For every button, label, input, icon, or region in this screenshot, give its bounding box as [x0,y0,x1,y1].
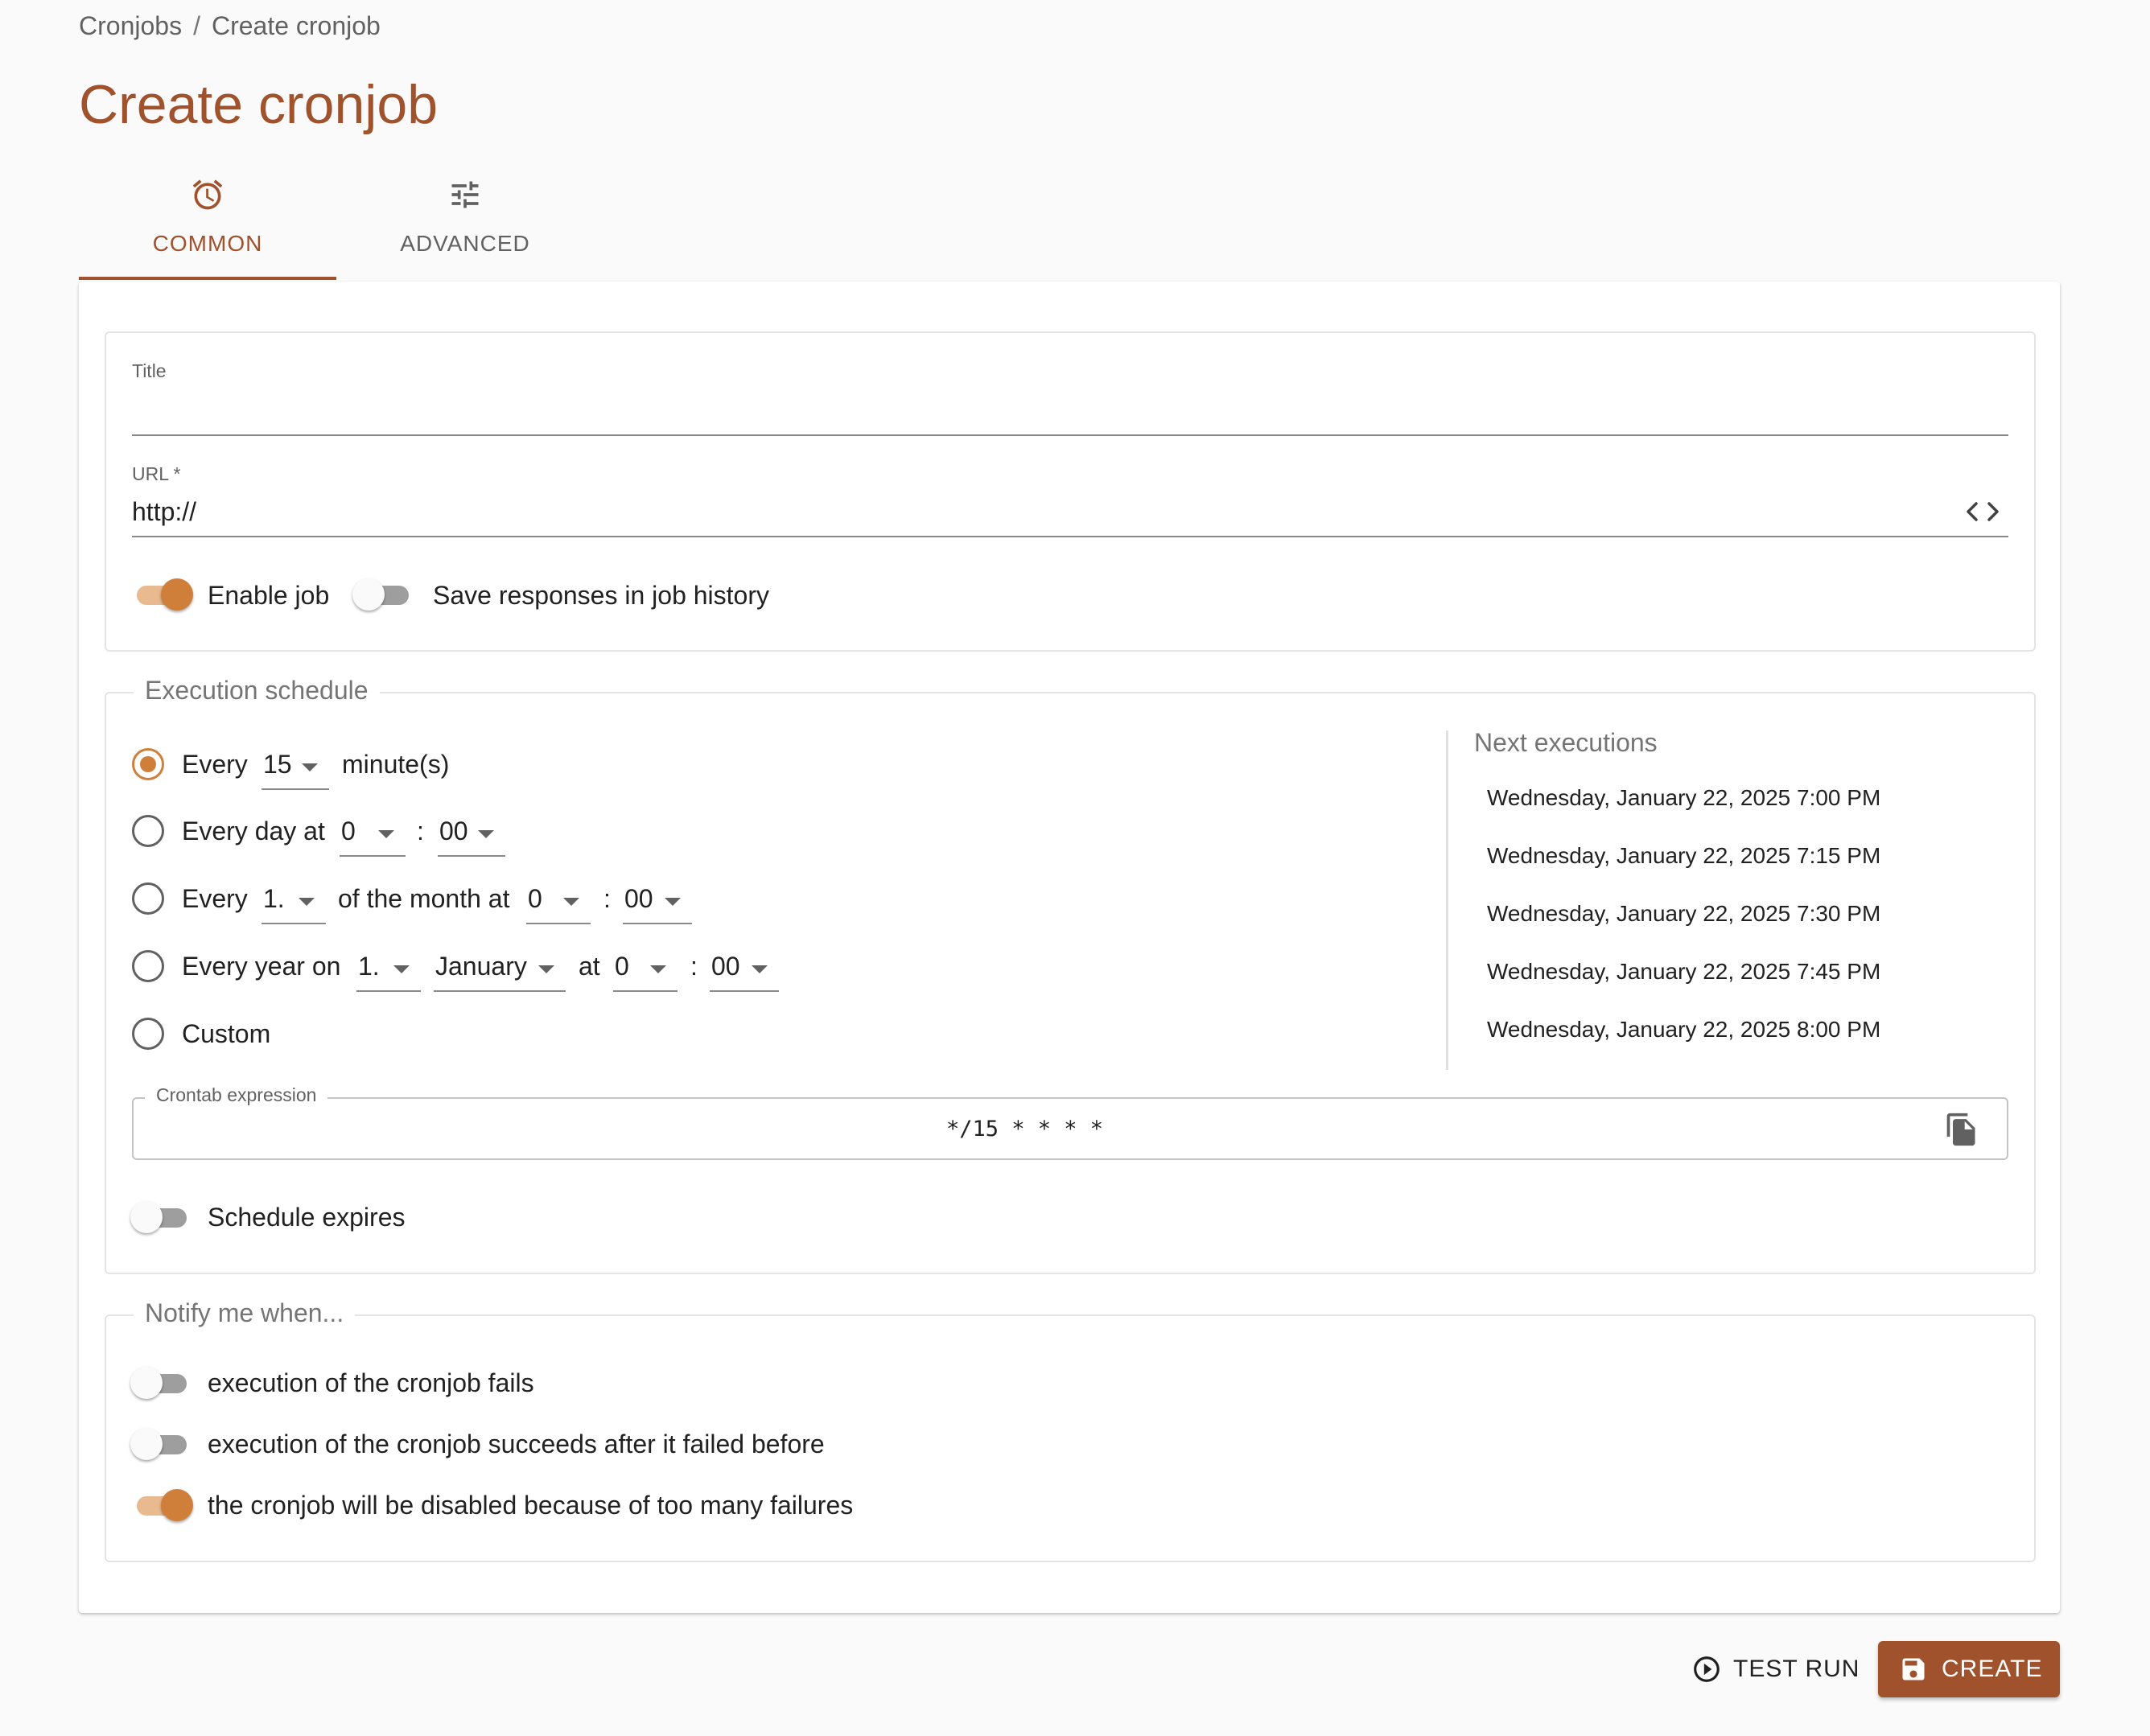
url-input[interactable]: http:// [132,487,1950,536]
tab-common-label: COMMON [152,231,263,256]
next-executions-title: Next executions [1474,728,1658,757]
every-month-minute-value: 00 [624,884,653,913]
notify-recovers-label: execution of the cronjob succeeds after … [208,1430,825,1458]
title-field-label: Title [132,360,167,381]
notify-disabled-label: the cronjob will be disabled because of … [208,1491,854,1520]
next-execution-item: Wednesday, January 22, 2025 7:00 PM [1487,785,1881,810]
url-input-value: http:// [132,497,197,526]
every-year-month-select[interactable]: January [434,952,566,992]
crontab-expression-value: */15 * * * * [946,1117,1104,1142]
radio-custom[interactable] [132,1018,164,1050]
every-day-hour-value: 0 [341,817,356,845]
title-input[interactable] [132,385,2008,434]
every-year-day-value: 1. [358,952,380,981]
enable-job-toggle[interactable] [130,576,193,613]
every-year-colon: : [690,952,698,981]
every-year-minute-select[interactable]: 00 [710,952,779,992]
every-month-colon: : [603,884,611,913]
every-year-minute-value: 00 [711,952,740,981]
radio-every-minutes[interactable] [132,748,164,780]
save-responses-label: Save responses in job history [433,581,769,610]
every-day-hour-select[interactable]: 0 [340,817,406,857]
every-month-hour-select[interactable]: 0 [526,884,591,924]
tab-advanced-label: ADVANCED [400,231,530,256]
every-year-hour-value: 0 [615,952,629,981]
next-execution-item: Wednesday, January 22, 2025 7:30 PM [1487,901,1881,926]
chevron-down-icon [302,763,318,771]
every-month-day-select[interactable]: 1. [262,884,326,924]
create-label: CREATE [1942,1656,2043,1682]
url-input-underline [132,536,2008,537]
chevron-down-icon [563,898,579,906]
minutes-interval-value: 15 [263,750,292,779]
crontab-expression-label: Crontab expression [145,1084,328,1106]
execution-schedule-legend: Execution schedule [134,676,380,706]
breadcrumb-link-cronjobs[interactable]: Cronjobs [79,11,182,40]
breadcrumb-current: Create cronjob [211,11,381,40]
chevron-down-icon [538,965,554,973]
every-month-minute-select[interactable]: 00 [623,884,692,924]
play-circle-icon [1691,1654,1722,1689]
save-responses-toggle[interactable] [352,576,415,613]
chevron-down-icon [665,898,681,906]
every-year-hour-select[interactable]: 0 [613,952,678,992]
radio-every-month[interactable] [132,882,164,915]
notify-fails-label: execution of the cronjob fails [208,1368,534,1397]
every-month-middle: of the month at [338,884,510,913]
enable-job-label: Enable job [208,581,330,610]
chevron-down-icon [299,898,315,906]
code-brackets-icon[interactable] [1965,497,2000,526]
page-title: Create cronjob [79,74,439,135]
chevron-down-icon [378,830,394,838]
every-day-prefix: Every day at [182,817,325,845]
every-month-prefix: Every [182,884,248,913]
every-day-minute-value: 00 [439,817,468,845]
tab-active-indicator [79,277,336,280]
notify-legend: Notify me when... [134,1298,356,1328]
tab-common[interactable]: COMMON [79,177,336,280]
notify-fails-toggle[interactable] [130,1364,193,1401]
schedule-expires-label: Schedule expires [208,1203,406,1232]
every-day-colon: : [417,817,424,845]
every-day-minute-select[interactable]: 00 [438,817,505,857]
next-execution-item: Wednesday, January 22, 2025 7:45 PM [1487,959,1881,984]
title-input-underline [132,434,2008,436]
every-year-day-select[interactable]: 1. [356,952,421,992]
test-run-label: TEST RUN [1733,1656,1860,1682]
every-year-month-value: January [435,952,527,981]
tune-sliders-icon [336,177,594,216]
schedule-expires-toggle[interactable] [130,1199,193,1236]
chevron-down-icon [478,830,494,838]
chevron-down-icon [650,965,666,973]
breadcrumb: Cronjobs / Create cronjob [79,11,381,41]
notify-recovers-toggle[interactable] [130,1425,193,1462]
next-execution-item: Wednesday, January 22, 2025 7:15 PM [1487,843,1881,868]
every-year-prefix: Every year on [182,952,341,981]
url-field-label: URL * [132,463,181,484]
every-month-hour-value: 0 [528,884,542,913]
breadcrumb-separator: / [193,11,200,40]
custom-label: Custom [182,1019,271,1048]
save-icon [1899,1655,1928,1688]
every-year-at: at [579,952,600,981]
alarm-clock-icon [79,177,336,216]
create-button[interactable]: CREATE [1878,1641,2060,1697]
chevron-down-icon [393,965,410,973]
next-execution-item: Wednesday, January 22, 2025 8:00 PM [1487,1017,1881,1042]
copy-icon[interactable] [1944,1112,1979,1147]
notify-disabled-toggle[interactable] [130,1487,193,1524]
minutes-interval-select[interactable]: 15 [262,750,329,790]
every-minutes-prefix: Every [182,750,248,779]
tab-advanced[interactable]: ADVANCED [336,177,594,280]
radio-every-day[interactable] [132,815,164,847]
chevron-down-icon [752,965,768,973]
every-minutes-suffix: minute(s) [342,750,450,779]
radio-every-year[interactable] [132,950,164,982]
every-month-day-value: 1. [263,884,285,913]
test-run-button[interactable]: TEST RUN [1682,1641,1864,1697]
next-executions-divider [1446,730,1448,1070]
